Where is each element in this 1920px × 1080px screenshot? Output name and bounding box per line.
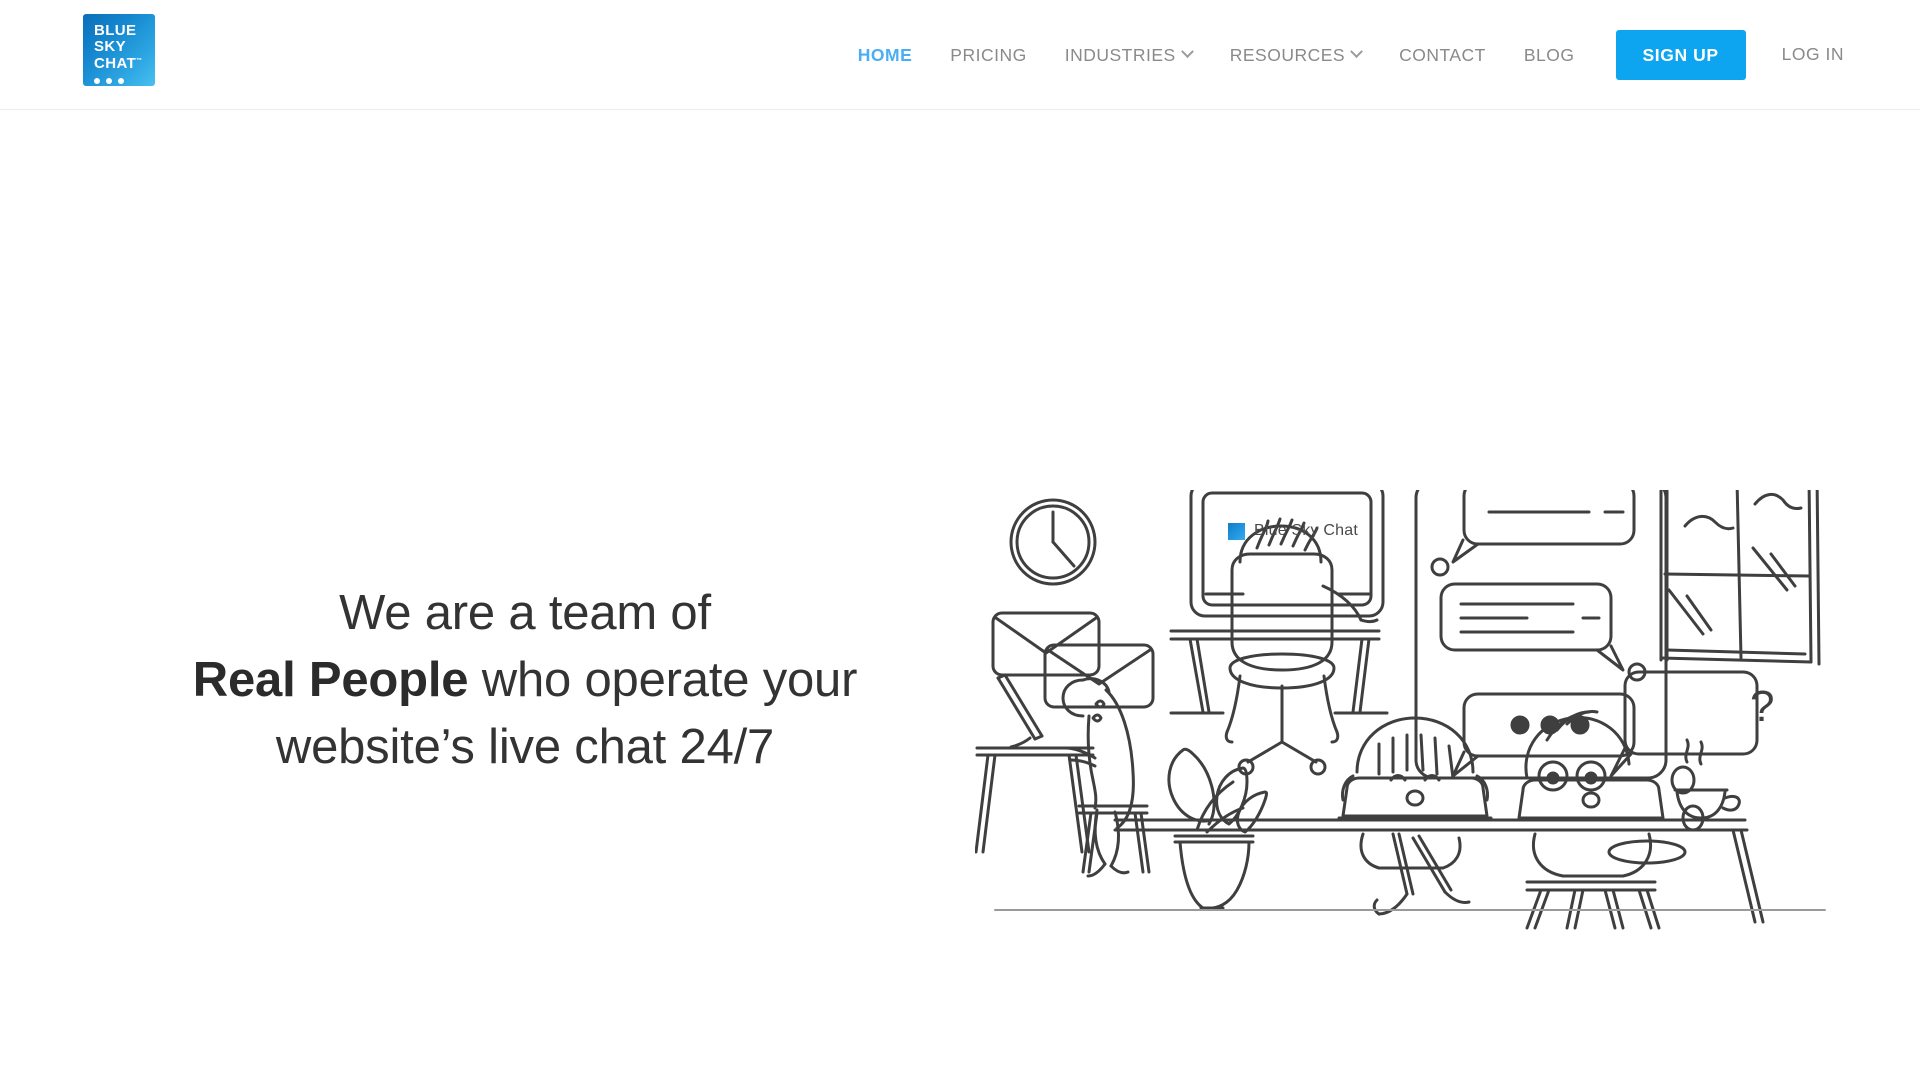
headline-line-1: We are a team of bbox=[339, 586, 711, 640]
wall-clock-icon bbox=[1009, 498, 1097, 586]
nav-item-contact-label: CONTACT bbox=[1399, 44, 1486, 65]
nav-item-resources-label: RESOURCES bbox=[1229, 44, 1346, 65]
nav-item-contact[interactable]: CONTACT bbox=[1380, 30, 1505, 80]
nav-item-industries[interactable]: INDUSTRIES bbox=[1046, 30, 1211, 80]
sign-up-button[interactable]: SIGN UP bbox=[1615, 29, 1746, 80]
nav-item-pricing[interactable]: PRICING bbox=[931, 30, 1045, 80]
hero-section: We are a team of Real People who operate… bbox=[0, 110, 1920, 1080]
site-header: BLUE SKY CHAT™ HOME PRICING INDUSTRIES R… bbox=[0, 0, 1920, 110]
log-in-link[interactable]: LOG IN bbox=[1762, 44, 1864, 65]
center-desk bbox=[1169, 629, 1389, 715]
hero-headline: We are a team of Real People who operate… bbox=[70, 580, 980, 781]
monitor-screen-label: Blue Sky Chat bbox=[1228, 522, 1358, 540]
chevron-down-icon bbox=[1350, 45, 1363, 59]
hero-text-block: We are a team of Real People who operate… bbox=[70, 580, 980, 781]
hero-illustration bbox=[975, 490, 1845, 930]
nav-item-home-label: HOME bbox=[857, 44, 913, 65]
nav-item-resources[interactable]: RESOURCES bbox=[1211, 30, 1380, 80]
left-desk-station bbox=[975, 673, 1095, 854]
headline-line-3: website’s live chat 24/7 bbox=[275, 720, 775, 774]
nav-item-blog[interactable]: BLOG bbox=[1505, 30, 1594, 80]
office-chair-icon bbox=[1224, 552, 1340, 776]
nav-item-pricing-label: PRICING bbox=[950, 44, 1027, 65]
headline-line-2-rest: who operate your bbox=[468, 653, 858, 707]
coffee-cup-icon bbox=[1673, 738, 1741, 820]
nav-item-blog-label: BLOG bbox=[1523, 44, 1575, 65]
blue-sky-chat-logo-icon bbox=[1228, 522, 1245, 540]
question-mark-glyph: ? bbox=[1750, 682, 1775, 731]
person-laptop-right bbox=[1513, 710, 1669, 930]
monitor-screen-label-text: Blue Sky Chat bbox=[1254, 522, 1358, 539]
window-icon bbox=[1659, 490, 1821, 666]
nav-item-industries-label: INDUSTRIES bbox=[1064, 44, 1176, 65]
nav-item-home[interactable]: HOME bbox=[839, 30, 932, 80]
chevron-down-icon bbox=[1180, 45, 1194, 59]
main-navigation: HOME PRICING INDUSTRIES RESOURCES CONTAC… bbox=[0, 0, 1920, 109]
headline-emphasis: Real People bbox=[192, 653, 469, 707]
